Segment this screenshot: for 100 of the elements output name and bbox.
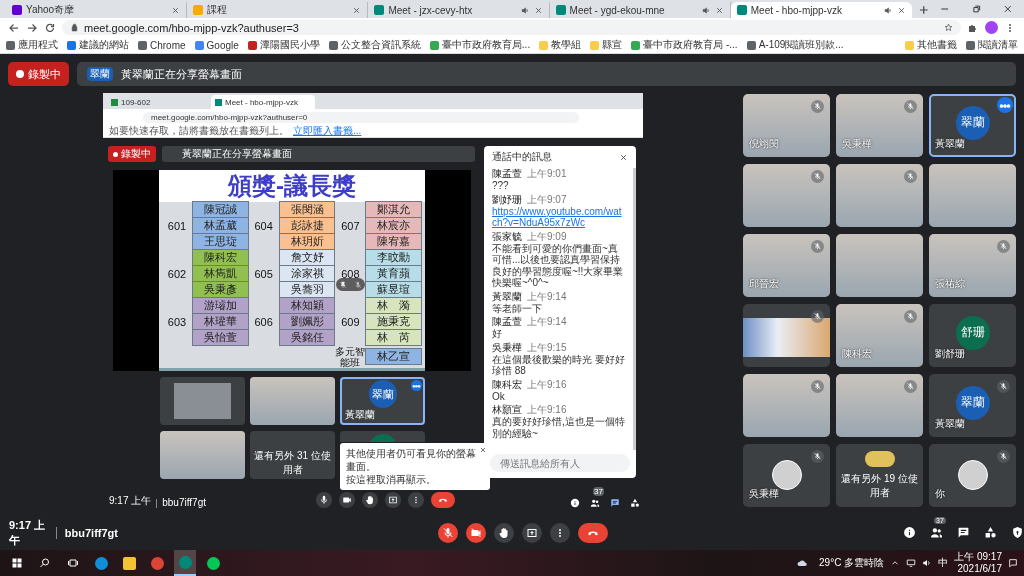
bookmark[interactable]: 建議的網站 (67, 38, 129, 52)
participant-tile[interactable]: 還有另外 19 位使用者 (836, 444, 923, 507)
browser-tab[interactable]: Meet - hbo-mjpp-vzk (211, 95, 315, 110)
participant-tile[interactable] (836, 234, 923, 297)
present-screen-icon[interactable] (522, 522, 542, 543)
bookmark[interactable]: 臺中市政府教育局 -... (631, 38, 738, 52)
bookmark[interactable]: Google (194, 39, 239, 51)
participant-tile[interactable] (929, 164, 1016, 227)
bookmark[interactable]: 公文整合資訊系統 (328, 38, 421, 52)
windows-logo-icon[interactable] (11, 557, 23, 569)
participant-tile[interactable] (743, 304, 830, 367)
mic-off-icon[interactable] (438, 522, 458, 543)
close-icon[interactable] (714, 5, 724, 15)
speaker-icon[interactable] (922, 558, 933, 568)
more-options-button[interactable] (997, 97, 1013, 113)
chat-icon[interactable] (610, 498, 620, 508)
shapes-icon[interactable] (984, 526, 997, 539)
participant-tile[interactable] (743, 164, 830, 227)
participant-tile[interactable]: 你 (929, 444, 1016, 507)
participant-tile[interactable]: 翠蘭 黃翠蘭 (929, 94, 1016, 157)
speaker-icon[interactable] (883, 5, 893, 15)
tooltip-text: 其他使用者仍可看見你的螢幕畫面。 按這裡取消再顯示。 (346, 447, 476, 486)
info-icon[interactable] (570, 498, 580, 508)
slide-title: 頒獎-議長獎 (226, 171, 357, 201)
bookmark[interactable]: 教學組 (539, 38, 582, 52)
bookmark[interactable]: 應用程式 (6, 38, 58, 52)
notification-icon[interactable] (1008, 558, 1018, 568)
present-screen-icon[interactable] (385, 492, 401, 508)
chat-icon[interactable] (957, 526, 970, 539)
mic-icon[interactable] (316, 492, 332, 508)
camera-icon[interactable] (339, 492, 355, 508)
tab-title: Meet - hbo-mjpp-vzk (750, 4, 843, 16)
weather-text[interactable]: 29°C 多雲時陰 (819, 556, 885, 570)
reload-icon[interactable] (44, 21, 56, 34)
more-icon[interactable] (550, 522, 570, 543)
participant-tile[interactable]: 翠蘭 黃翠蘭 (340, 377, 425, 425)
message-input[interactable]: 傳送訊息給所有人 (490, 454, 630, 472)
close-icon[interactable] (896, 5, 906, 15)
message-time: 上午9:14 (527, 316, 567, 328)
star-icon[interactable] (944, 23, 953, 32)
participant-tile[interactable]: 翠蘭 黃翠蘭 (929, 374, 1016, 437)
taskbar-app[interactable] (174, 550, 196, 576)
participant-tile[interactable] (836, 374, 923, 437)
cloud-icon (796, 557, 809, 569)
class-label: 608 (340, 268, 361, 280)
close-icon[interactable] (171, 5, 181, 15)
hand-icon[interactable] (362, 492, 378, 508)
restore-icon[interactable] (970, 3, 983, 15)
bookmark[interactable]: 其他書籤 (905, 38, 957, 52)
input-method[interactable]: 中 (938, 556, 949, 570)
hang-up-icon[interactable] (431, 492, 455, 508)
clock[interactable]: 上午 09:17 2021/6/17 (954, 551, 1002, 575)
shield-lock-icon[interactable] (1011, 526, 1024, 539)
close-icon[interactable] (352, 5, 362, 15)
more-icon[interactable] (408, 492, 424, 508)
network-icon[interactable] (906, 558, 917, 568)
participant-tile[interactable] (743, 374, 830, 437)
message-link[interactable]: https://www.youtube.com/watch?v=NduA95x7zWc (492, 205, 625, 229)
participant-tile[interactable] (250, 377, 335, 425)
bookmark[interactable]: 潭陽國民小學 (247, 38, 320, 52)
new-tab-icon[interactable] (917, 4, 930, 16)
bookmark[interactable]: 縣宣 (590, 38, 623, 52)
close-icon[interactable] (533, 5, 543, 15)
info-icon[interactable] (903, 526, 916, 539)
participant-tile[interactable]: 吳秉樺 (743, 444, 830, 507)
forward-icon[interactable] (26, 21, 38, 34)
more-options-button[interactable] (411, 380, 422, 391)
name-cell: 吳怡萱 (192, 329, 249, 346)
favicon-icon (193, 5, 204, 15)
message-time: 上午9:09 (527, 230, 567, 243)
participant-tile[interactable]: 還有另外 31 位使用者 (250, 431, 335, 479)
camera-off-icon[interactable] (466, 522, 486, 543)
close-icon[interactable] (479, 446, 487, 454)
bookmark[interactable]: A-109閱讀班別款... (746, 38, 844, 52)
shapes-icon[interactable] (630, 498, 640, 508)
close-icon[interactable] (619, 152, 628, 162)
message-text: 等老師一下 (492, 302, 543, 314)
close-icon[interactable] (1002, 3, 1014, 15)
browser-tab[interactable]: Meet - hbo-mjpp-vzk (730, 2, 912, 18)
back-icon[interactable] (8, 21, 20, 34)
participant-tile[interactable] (836, 164, 923, 227)
browser-tab[interactable]: 109-602 (107, 95, 211, 110)
app-icon (122, 556, 136, 570)
pin-off-icon[interactable] (339, 280, 348, 289)
bookmark[interactable]: 閱讀清單 (966, 38, 1018, 52)
participant-tile[interactable] (160, 431, 245, 479)
favicon-icon (555, 5, 566, 15)
hand-icon[interactable] (494, 522, 514, 543)
sender-name: 陳孟萱 (492, 168, 522, 180)
participant-tile[interactable]: 舒珊 劉舒珊 (929, 304, 1016, 367)
bookmark[interactable]: 臺中市政府教育局... (429, 38, 531, 52)
import-link[interactable]: 立即匯入書籤... (293, 124, 362, 138)
address-bar[interactable]: meet.google.com/hbo-mjpp-vzk?authuser=0 (143, 111, 579, 123)
participant-tile[interactable] (160, 377, 245, 425)
task-view-icon[interactable] (67, 557, 79, 569)
profile-avatar[interactable] (985, 21, 998, 34)
hang-up-icon[interactable] (578, 522, 608, 543)
search-icon[interactable] (39, 557, 51, 569)
address-bar[interactable]: meet.google.com/hbo-mjpp-vzk?authuser=3 (62, 20, 961, 35)
bookmark[interactable]: Chrome (138, 39, 186, 51)
